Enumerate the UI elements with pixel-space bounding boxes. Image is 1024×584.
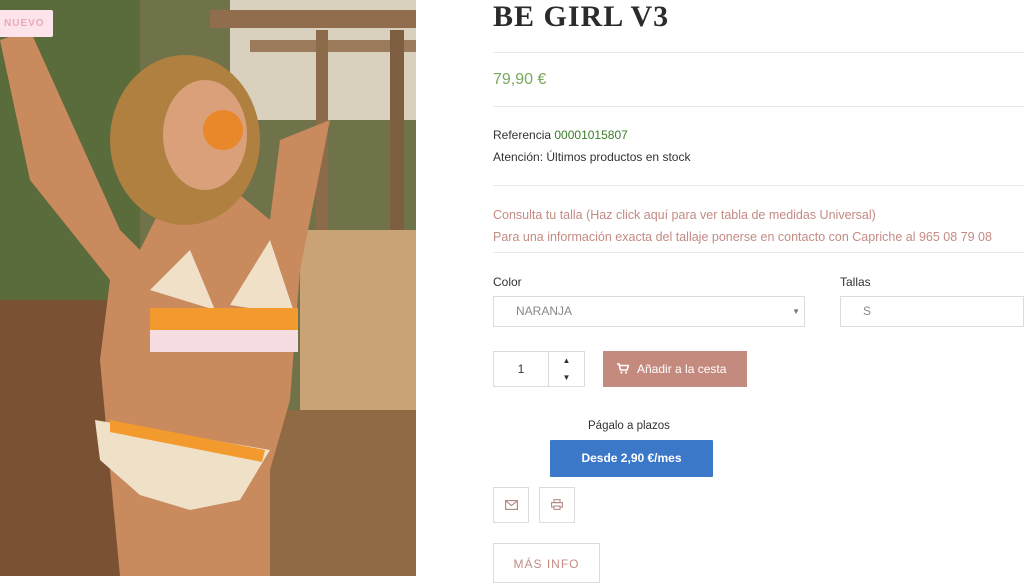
new-badge: NUEVO	[0, 10, 53, 37]
size-label: Tallas	[840, 275, 871, 289]
color-label: Color	[493, 275, 522, 289]
stock-value: Últimos productos en stock	[546, 150, 691, 164]
divider	[493, 185, 1024, 186]
size-select[interactable]: S	[840, 296, 1024, 327]
print-button[interactable]	[539, 487, 575, 523]
quantity-stepper[interactable]: ▲ ▼	[548, 351, 585, 387]
cart-icon	[617, 352, 630, 388]
chevron-down-icon[interactable]: ▼	[549, 369, 584, 386]
color-select-value: NARANJA	[516, 304, 573, 318]
reference-label: Referencia	[493, 128, 552, 142]
add-to-cart-button[interactable]: Añadir a la cesta	[603, 351, 747, 387]
product-price: 79,90 €	[493, 71, 547, 88]
divider	[493, 106, 1024, 107]
divider	[493, 52, 1024, 53]
color-select[interactable]: NARANJA ▼	[493, 296, 805, 327]
product-title: BE GIRL V3	[493, 0, 670, 33]
stock-label: Atención:	[493, 150, 544, 164]
reference-value: 00001015807	[554, 128, 628, 142]
chevron-up-icon[interactable]: ▲	[549, 352, 584, 369]
chevron-down-icon: ▼	[792, 307, 800, 316]
size-select-value: S	[863, 304, 872, 318]
size-contact-info: Para una información exacta del tallaje …	[493, 230, 992, 244]
reference-row: Referencia 00001015807	[493, 128, 628, 142]
product-photo-illustration	[0, 0, 416, 576]
stock-row: Atención: Últimos productos en stock	[493, 150, 690, 164]
email-share-button[interactable]	[493, 487, 529, 523]
mail-icon	[504, 496, 518, 513]
more-info-tab[interactable]: MÁS INFO	[493, 543, 600, 583]
print-icon	[551, 496, 563, 513]
divider	[493, 252, 1024, 253]
add-to-cart-label: Añadir a la cesta	[637, 362, 727, 376]
size-guide-link[interactable]: Consulta tu talla (Haz click aquí para v…	[493, 208, 876, 222]
financing-button[interactable]: Desde 2,90 €/mes	[550, 440, 713, 477]
quantity-input[interactable]: 1	[493, 351, 549, 387]
financing-label: Págalo a plazos	[588, 420, 670, 432]
product-image[interactable]: NUEVO	[0, 0, 416, 576]
